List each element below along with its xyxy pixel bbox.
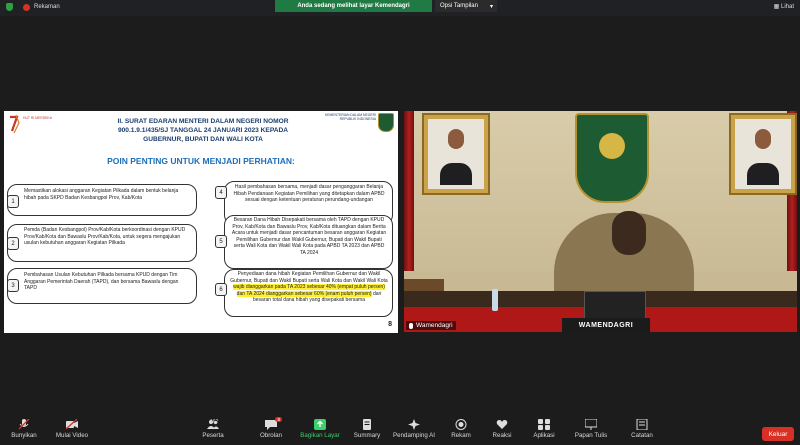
chat-label: Obrolan: [259, 432, 282, 439]
apps-icon: [538, 419, 550, 430]
point-number: 4: [215, 186, 227, 199]
participants-button[interactable]: 162 Peserta: [196, 419, 230, 439]
ai-companion-label: Pendamping AI: [393, 432, 435, 439]
point-text: Pembahasan Usulan Kebutuhan Pilkada bers…: [24, 272, 179, 291]
slide-heading: POIN PENTING UNTUK MENJADI PERHATIAN:: [107, 156, 295, 166]
curtain-left: [404, 111, 414, 271]
speaker-head: [612, 211, 646, 255]
chat-icon: 8: [265, 417, 282, 430]
participant-name-tag: Wamendagri: [406, 321, 456, 330]
point-number: 2: [7, 237, 19, 250]
garuda-emblem-icon: [575, 113, 649, 203]
slide-title-line: GUBERNUR, BUPATI DAN WALI KOTA: [143, 136, 263, 143]
point-text: Pemda (Badan Kesbangpol) Prov/Kab/Kota b…: [24, 227, 186, 246]
participant-name: Wamendagri: [416, 322, 453, 329]
record-dot-icon: [23, 3, 30, 11]
ai-sparkle-icon: [408, 419, 420, 430]
chevron-down-icon: ▾: [489, 3, 493, 10]
chat-badge: 8: [275, 417, 282, 422]
point-text: Hasil pembahasan bersama, menjadi dasar …: [233, 184, 385, 203]
kemendagri-text: KEMENTERIAN DALAM NEGERI REPUBLIK INDONE…: [325, 113, 376, 121]
share-screen-icon: [314, 419, 326, 430]
point-number: 1: [7, 195, 19, 208]
record-button[interactable]: Rekam: [446, 419, 476, 439]
nameplate: WAMENDAGRI: [562, 318, 650, 332]
point-number: 3: [7, 279, 19, 292]
meeting-toolbar: Bunyikan Mulai Video 162 Peserta 8 Obrol…: [0, 416, 800, 445]
apps-button[interactable]: Aplikasi: [528, 419, 560, 439]
unmute-button[interactable]: Bunyikan: [6, 419, 42, 439]
recording-label: Rekaman: [34, 4, 60, 10]
share-screen-button[interactable]: Bagikan Layar: [297, 419, 343, 439]
notes-button[interactable]: Catatan: [626, 419, 658, 439]
hut-ri-logo-icon: [10, 114, 20, 134]
unmute-label: Bunyikan: [11, 432, 37, 439]
summary-label: Summary: [353, 432, 381, 439]
participants-label: Peserta: [202, 432, 224, 439]
start-video-label: Mulai Video: [55, 432, 89, 439]
ai-companion-button[interactable]: Pendamping AI: [390, 419, 438, 439]
grid-icon: ▦: [773, 4, 780, 10]
whiteboard-icon: [585, 419, 597, 430]
point-text: Memastikan alokasi anggaran Kegiatan Pil…: [24, 188, 179, 201]
view-button[interactable]: ▦ Lihat: [774, 3, 794, 10]
whiteboard-button[interactable]: Papan Tulis: [572, 419, 610, 439]
view-options-label: Opsi Tampilan: [440, 3, 478, 9]
reaction-heart-icon: [496, 420, 508, 429]
kemendagri-line: REPUBLIK INDONESIA: [339, 117, 376, 121]
participants-count: 162: [210, 419, 219, 425]
video-tile[interactable]: WAMENDAGRI Wamendagri: [404, 111, 797, 332]
point-text-highlight: wajib dianggarkan pada TA 2023 sebesar 4…: [233, 284, 385, 297]
kemendagri-logo-icon: [378, 113, 394, 132]
share-screen-label: Bagikan Layar: [300, 432, 340, 439]
screen-share-banner: Anda sedang melihat layar Kemendagri: [275, 0, 432, 12]
view-label: Lihat: [780, 4, 794, 10]
mic-icon: [409, 322, 413, 329]
point-number: 6: [215, 283, 227, 296]
start-video-button[interactable]: Mulai Video: [52, 419, 92, 439]
recording-indicator[interactable]: Rekaman: [6, 3, 60, 11]
reactions-button[interactable]: Reaksi: [487, 419, 517, 439]
point-text-part: Penyediaan dana hibah Kegiatan Pemilihan…: [230, 271, 388, 284]
point-text: Penyediaan dana hibah Kegiatan Pemilihan…: [230, 271, 388, 304]
record-icon: [455, 419, 467, 430]
portrait-vice-president: [729, 113, 797, 195]
whiteboard-label: Papan Tulis: [574, 432, 608, 439]
security-shield-icon[interactable]: [6, 3, 13, 11]
shared-screen-slide: HUT RI MERDEKA II. SURAT EDARAN MENTERI …: [4, 111, 398, 333]
mic-muted-icon: [18, 419, 30, 430]
summary-icon: [363, 419, 371, 430]
slide-page-number: 8: [388, 321, 392, 328]
record-label: Rekam: [451, 432, 471, 439]
slide-title-line: II. SURAT EDARAN MENTERI DALAM NEGERI NO…: [117, 118, 289, 125]
notes-label: Catatan: [631, 432, 653, 439]
point-text: Besaran Dana Hibah Disepakati bersama ol…: [231, 217, 387, 256]
apps-label: Aplikasi: [533, 432, 555, 439]
slide-title: II. SURAT EDARAN MENTERI DALAM NEGERI NO…: [99, 117, 307, 144]
chat-button[interactable]: 8 Obrolan: [254, 417, 288, 439]
portrait-president: [422, 113, 490, 195]
slide-title-line: 900.1.9.1/435/SJ TANGGAL 24 JANUARI 2023…: [117, 127, 289, 134]
camera-off-icon: [66, 419, 78, 430]
summary-button[interactable]: Summary: [350, 419, 384, 439]
logo-text: HUT RI MERDEKA: [23, 116, 52, 120]
leave-button[interactable]: Keluar: [762, 427, 794, 441]
reactions-label: Reaksi: [492, 432, 512, 439]
water-bottle: [492, 289, 498, 311]
notes-icon: [636, 419, 648, 430]
point-number: 5: [215, 235, 227, 248]
view-options-button[interactable]: Opsi Tampilan ▾: [435, 0, 497, 12]
top-bar: Rekaman Anda sedang melihat layar Kemend…: [0, 0, 800, 16]
